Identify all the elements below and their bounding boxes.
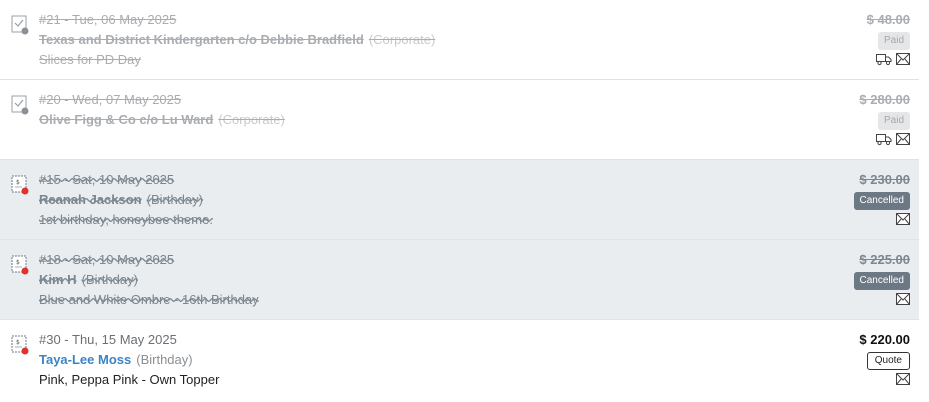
order-amount: $ 220.00 [859,332,910,347]
status-badge: Cancelled [853,272,910,290]
order-number-date: #30 - Thu, 15 May 2025 [39,332,177,347]
customer-name[interactable]: Texas and District Kindergarten c/o Debb… [39,32,364,47]
invoice-document-icon: $ [11,175,29,195]
order-amount: $ 48.00 [866,12,910,27]
delivery-truck-icon[interactable] [876,133,892,146]
order-document-icon [11,95,29,115]
envelope-icon[interactable] [896,53,910,65]
order-type: (Birthday) [81,272,138,287]
order-description: 1st birthday, honeybee theme. [39,212,213,227]
invoice-document-icon: $ [11,255,29,275]
svg-text:$: $ [16,259,20,266]
order-summary: $ 48.00 Paid [867,10,910,68]
order-row[interactable]: #21 - Tue, 06 May 2025 Texas and Distric… [0,0,919,80]
order-description: Blue and White Ombre - 16th Birthday [39,292,259,307]
delivery-truck-icon[interactable] [876,53,892,66]
order-type: (Birthday) [146,192,203,207]
status-badge: Cancelled [853,192,910,210]
order-summary: $ 280.00 Paid [859,90,910,148]
order-number-date: #20 - Wed, 07 May 2025 [39,92,182,107]
status-badge: Paid [877,112,910,130]
order-summary: $ 230.00 Cancelled [853,170,910,228]
order-row[interactable]: $ #18 - Sat, 10 May 2025 Kim H (Birthday)… [0,240,919,320]
order-type: (Birthday) [136,352,193,367]
invoice-document-icon: $ [11,335,29,355]
order-document-icon [11,15,29,35]
customer-name[interactable]: Kim H [39,272,77,287]
envelope-icon[interactable] [896,373,910,385]
order-description [39,130,285,150]
order-amount: $ 225.00 [859,252,910,267]
order-number-date: #15 - Sat, 10 May 2025 [39,172,175,187]
envelope-icon[interactable] [896,293,910,305]
order-description: Slices for PD Day [39,52,141,67]
order-type: (Corporate) [218,112,285,127]
envelope-icon[interactable] [896,213,910,225]
status-badge: Quote [866,352,910,370]
order-amount: $ 230.00 [859,172,910,187]
order-row[interactable]: $ #30 - Thu, 15 May 2025 Taya-Lee Moss (B… [0,320,919,402]
order-details: #30 - Thu, 15 May 2025 Taya-Lee Moss (Bir… [39,330,219,390]
order-row[interactable]: #20 - Wed, 07 May 2025 Olive Figg & Co c… [0,80,919,160]
order-details: #18 - Sat, 10 May 2025 Kim H (Birthday) B… [39,250,259,310]
order-details: #21 - Tue, 06 May 2025 Texas and Distric… [39,10,435,70]
order-description: Pink, Peppa Pink - Own Topper [39,372,220,387]
order-amount: $ 280.00 [859,92,910,107]
order-number-date: #18 - Sat, 10 May 2025 [39,252,175,267]
order-number-date: #21 - Tue, 06 May 2025 [39,12,177,27]
status-badge: Paid [877,32,910,50]
svg-text:$: $ [16,179,20,186]
order-list: #21 - Tue, 06 May 2025 Texas and Distric… [0,0,919,402]
order-summary: $ 220.00 Quote [859,330,910,388]
customer-name[interactable]: Reanah Jackson [39,192,142,207]
envelope-icon[interactable] [896,133,910,145]
customer-name[interactable]: Olive Figg & Co c/o Lu Ward [39,112,213,127]
order-details: #20 - Wed, 07 May 2025 Olive Figg & Co c… [39,90,285,150]
svg-text:$: $ [16,339,20,346]
customer-name-link[interactable]: Taya-Lee Moss [39,352,131,367]
order-row[interactable]: $ #15 - Sat, 10 May 2025 Reanah Jackson (… [0,160,919,240]
order-summary: $ 225.00 Cancelled [853,250,910,308]
order-details: #15 - Sat, 10 May 2025 Reanah Jackson (Bi… [39,170,213,230]
order-type: (Corporate) [368,32,436,47]
